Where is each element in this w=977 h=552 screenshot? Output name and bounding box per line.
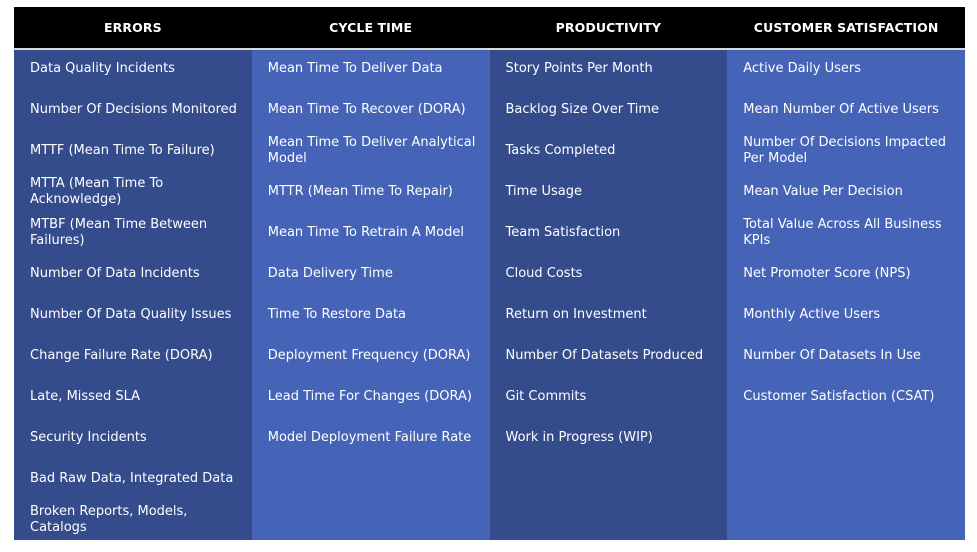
list-item-label: Number Of Decisions Impacted Per Model: [743, 135, 947, 166]
list-item-label: Late, Missed SLA: [30, 389, 141, 404]
list-item-label: Mean Time To Recover (DORA): [267, 102, 466, 117]
list-item: Mean Value Per Decision: [743, 175, 953, 209]
list-item: Change Failure Rate (DORA): [30, 339, 240, 373]
list-item: Security Incidents: [30, 421, 240, 455]
list-item-label: Active Daily Users: [743, 61, 862, 76]
list-item: Team Satisfaction: [506, 216, 716, 250]
list-item-label: Story Points Per Month: [505, 61, 653, 76]
list-item: Deployment Frequency (DORA): [268, 339, 478, 373]
list-item-label: Backlog Size Over Time: [505, 102, 660, 117]
list-item-label: Mean Time To Deliver Analytical Model: [267, 135, 476, 166]
list-item-label: Change Failure Rate (DORA): [30, 348, 213, 363]
list-item-label: Team Satisfaction: [505, 225, 621, 240]
list-item-label: MTTF (Mean Time To Failure): [30, 143, 215, 158]
list-item-label: Data Quality Incidents: [30, 61, 175, 76]
list-item-label: Number Of Data Incidents: [30, 266, 200, 281]
list-item-label: Monthly Active Users: [743, 307, 881, 322]
list-item: Number Of Datasets In Use: [743, 339, 953, 373]
list-item-label: Git Commits: [505, 389, 587, 404]
list-item-label: Tasks Completed: [505, 143, 616, 158]
list-item: Mean Time To Recover (DORA): [268, 93, 478, 127]
list-item: Tasks Completed: [506, 134, 716, 168]
list-item: Monthly Active Users: [743, 298, 953, 332]
list-item: Number Of Decisions Monitored: [30, 93, 240, 127]
list-item: Bad Raw Data, Integrated Data: [30, 462, 240, 496]
list-item-label: Mean Value Per Decision: [743, 184, 903, 199]
header-customer-satisfaction: CUSTOMER SATISFACTION: [753, 20, 939, 35]
list-item-label: MTTR (Mean Time To Repair): [267, 184, 453, 199]
list-item-label: Return on Investment: [505, 307, 647, 322]
list-item: Git Commits: [506, 380, 716, 414]
list-item: Mean Number Of Active Users: [743, 93, 953, 127]
list-item-label: Number Of Datasets In Use: [743, 348, 921, 363]
list-item-label: Time To Restore Data: [267, 307, 407, 322]
list-item-label: Lead Time For Changes (DORA): [267, 389, 472, 404]
list-item: Late, Missed SLA: [30, 380, 240, 414]
list-item-label: Number Of Decisions Monitored: [30, 102, 237, 117]
list-item-label: Number Of Datasets Produced: [505, 348, 704, 363]
list-item: MTBF (Mean Time Between Failures): [30, 216, 240, 250]
list-item: Total Value Across All Business KPIs: [743, 216, 953, 250]
list-item: MTTA (Mean Time To Acknowledge): [30, 175, 240, 209]
list-item: Broken Reports, Models, Catalogs: [30, 503, 240, 537]
list-item-label: Model Deployment Failure Rate: [267, 430, 472, 445]
list-item: Number Of Decisions Impacted Per Model: [743, 134, 953, 168]
list-item: Work in Progress (WIP): [506, 421, 716, 455]
list-item: Model Deployment Failure Rate: [268, 421, 478, 455]
header-errors: ERRORS: [104, 20, 162, 35]
list-item-label: Mean Time To Retrain A Model: [267, 225, 464, 240]
list-item-label: Customer Satisfaction (CSAT): [743, 389, 935, 404]
list-item: Data Quality Incidents: [30, 52, 240, 86]
list-item: Mean Time To Deliver Analytical Model: [268, 134, 478, 168]
list-item-label: MTBF (Mean Time Between Failures): [30, 217, 208, 248]
list-item-label: Deployment Frequency (DORA): [267, 348, 471, 363]
list-item: Net Promoter Score (NPS): [743, 257, 953, 291]
list-item-label: Mean Number Of Active Users: [743, 102, 939, 117]
column-productivity: Story Points Per Month Backlog Size Over …: [489, 50, 728, 540]
list-item: Number Of Data Incidents: [30, 257, 240, 291]
list-item: Lead Time For Changes (DORA): [268, 380, 478, 414]
list-item: Story Points Per Month: [506, 52, 716, 86]
list-item: Mean Time To Deliver Data: [268, 52, 478, 86]
list-item-label: Net Promoter Score (NPS): [743, 266, 911, 281]
list-item-label: Total Value Across All Business KPIs: [743, 217, 942, 248]
list-item-label: Mean Time To Deliver Data: [267, 61, 443, 76]
list-item: Cloud Costs: [506, 257, 716, 291]
list-item-label: Time Usage: [505, 184, 582, 199]
list-item-label: Bad Raw Data, Integrated Data: [30, 471, 234, 486]
list-item: Customer Satisfaction (CSAT): [743, 380, 953, 414]
list-item: Data Delivery Time: [268, 257, 478, 291]
table-header: ERRORS CYCLE TIME PRODUCTIVITY CUSTOMER …: [14, 7, 965, 48]
header-productivity: PRODUCTIVITY: [555, 20, 662, 35]
list-item: MTTR (Mean Time To Repair): [268, 175, 478, 209]
list-item: Number Of Datasets Produced: [506, 339, 716, 373]
table-body: Data Quality Incidents Number Of Decision…: [14, 50, 965, 540]
list-item-label: Broken Reports, Models, Catalogs: [30, 504, 188, 535]
list-item: Number Of Data Quality Issues: [30, 298, 240, 332]
list-item: Mean Time To Retrain A Model: [268, 216, 478, 250]
list-item-label: Work in Progress (WIP): [505, 430, 653, 445]
list-item-label: Cloud Costs: [505, 266, 583, 281]
list-item: Time Usage: [506, 175, 716, 209]
header-cycle-time: CYCLE TIME: [329, 20, 413, 35]
metrics-table: ERRORS CYCLE TIME PRODUCTIVITY CUSTOMER …: [14, 7, 965, 540]
list-item-label: MTTA (Mean Time To Acknowledge): [30, 176, 164, 207]
list-item: Return on Investment: [506, 298, 716, 332]
list-item-label: Number Of Data Quality Issues: [30, 307, 232, 322]
list-item: Time To Restore Data: [268, 298, 478, 332]
list-item: Active Daily Users: [743, 52, 953, 86]
list-item: Backlog Size Over Time: [506, 93, 716, 127]
column-cycle-time: Mean Time To Deliver Data Mean Time To Re…: [251, 50, 490, 540]
column-errors: Data Quality Incidents Number Of Decision…: [14, 50, 252, 540]
list-item-label: Data Delivery Time: [267, 266, 393, 281]
list-item: MTTF (Mean Time To Failure): [30, 134, 240, 168]
list-item-label: Security Incidents: [30, 430, 147, 445]
column-customer-satisfaction: Active Daily Users Mean Number Of Active …: [727, 50, 965, 540]
